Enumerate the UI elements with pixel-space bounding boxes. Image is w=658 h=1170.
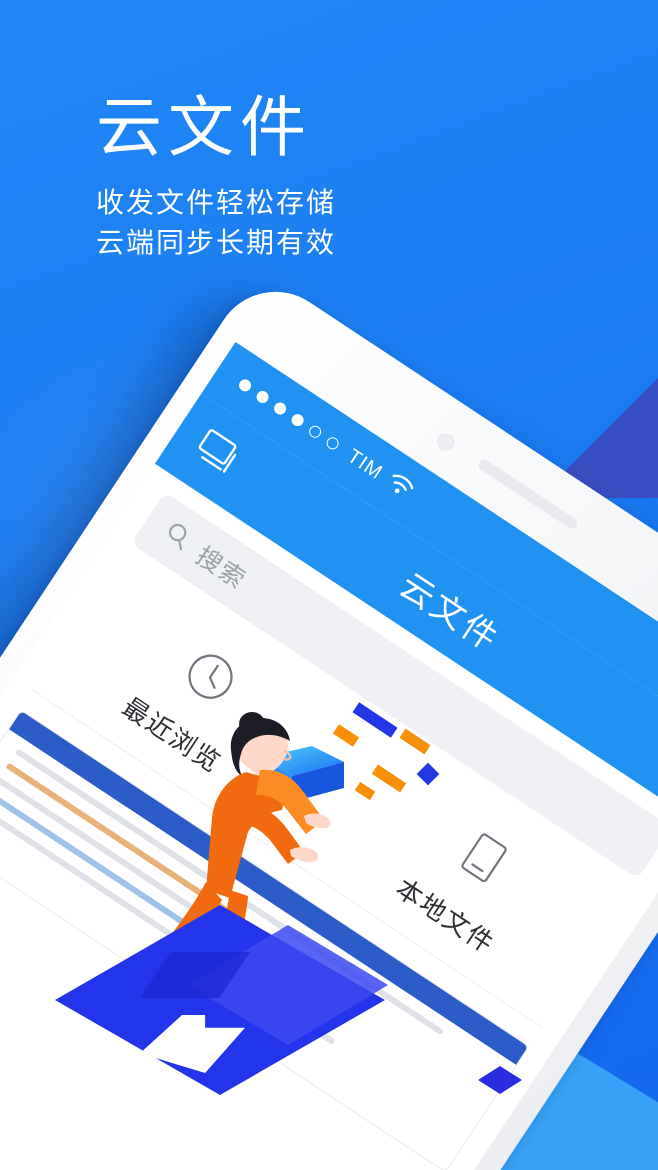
signal-dot-empty-2 [324,435,341,452]
carrier-label: TIM [343,444,387,484]
tagline-group: 收发文件轻松存储 云端同步长期有效 [96,183,336,263]
signal-dot-filled-3 [271,400,289,417]
tagline-line-1: 收发文件轻松存储 [96,186,337,220]
search-icon [158,517,197,557]
signal-dot-filled-1 [236,377,254,394]
signal-dot-filled-4 [289,411,306,429]
search-placeholder: 搜索 [190,541,252,596]
screen-cast-icon[interactable] [189,427,246,483]
tagline-line-2: 云端同步长期有效 [96,226,337,260]
promo-banner: 云文件 收发文件轻松存储 云端同步长期有效 TIM 云文件 搜索 最近浏览 本地… [0,0,658,1170]
headline-block: 云文件 收发文件轻松存储 云端同步长期有效 [96,92,336,263]
wifi-icon [380,468,419,507]
document-icon [444,820,522,899]
front-camera-icon [433,430,458,454]
signal-dot-filled-2 [254,388,271,406]
page-title: 云文件 [96,89,312,166]
signal-dot-empty-1 [306,423,324,441]
